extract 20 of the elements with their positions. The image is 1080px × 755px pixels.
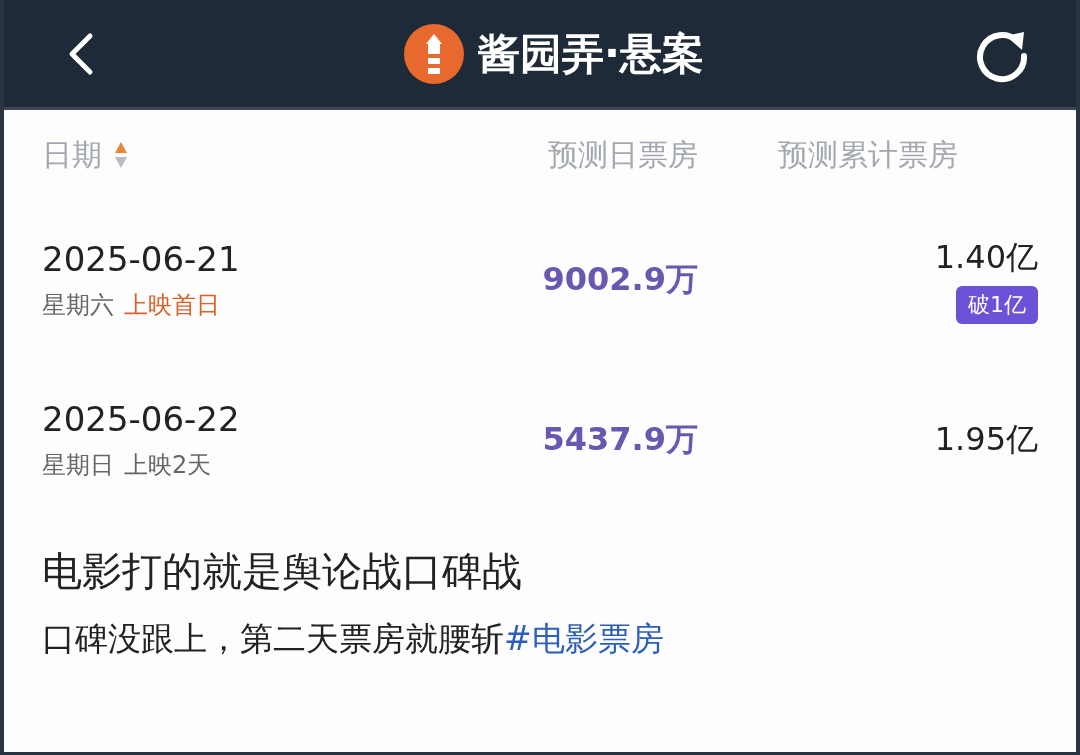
column-header: 日期	[42, 135, 102, 174]
milestone-badge: 破1亿	[956, 286, 1038, 324]
weekday-text: 星期日	[42, 450, 114, 481]
daily-box-office: 9002.9万	[542, 259, 698, 300]
app-title: 酱园弄·悬案	[478, 27, 704, 80]
lighthouse-logo-icon	[404, 23, 464, 84]
post-text: 口碑没跟上，第二天票房就腰斩#电影票房	[42, 618, 665, 660]
daily-box-office: 5437.9万	[542, 419, 698, 460]
weekday-text: 星期六	[42, 290, 114, 321]
column-header: 预测累计票房	[778, 135, 958, 174]
total-box-office: 1.40亿	[934, 237, 1038, 278]
release-status: 上映2天	[124, 450, 212, 481]
hashtag-link[interactable]: #电影票房	[504, 619, 664, 658]
column-header: 预测日票房	[548, 135, 698, 174]
sort-icon[interactable]	[114, 140, 128, 170]
release-status: 上映首日	[124, 290, 220, 321]
date-text: 2025-06-22	[42, 399, 240, 439]
total-box-office: 1.95亿	[934, 419, 1038, 460]
date-text: 2025-06-21	[42, 239, 240, 279]
post-title: 电影打的就是舆论战口碑战	[42, 547, 523, 596]
